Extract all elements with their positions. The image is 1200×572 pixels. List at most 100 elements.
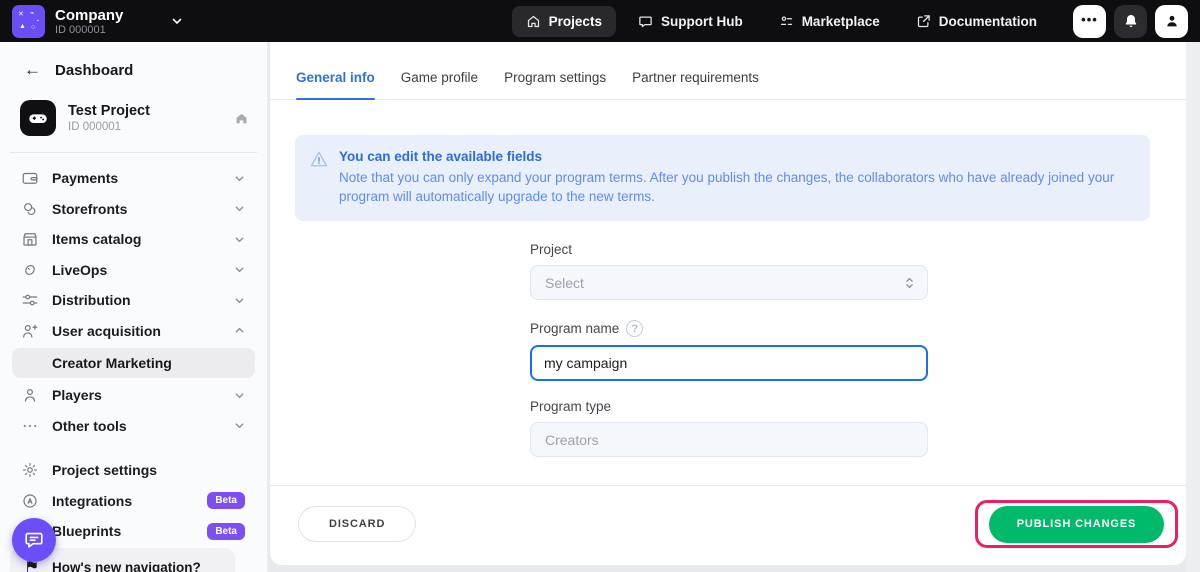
sidebar-item-label: Items catalog	[52, 231, 234, 247]
help-icon[interactable]: ?	[626, 320, 643, 337]
user-icon	[20, 386, 40, 404]
sidebar-item-label: Blueprints	[52, 523, 207, 539]
wallet-icon	[20, 169, 40, 187]
account-icon	[1164, 13, 1180, 29]
chat-widget-button[interactable]	[12, 518, 56, 562]
sidebar-item-label: Players	[52, 387, 234, 403]
sidebar-item-players[interactable]: Players	[0, 380, 267, 411]
marketplace-icon	[779, 14, 794, 29]
program-name-label-text: Program name	[530, 321, 619, 336]
more-icon: •••	[1081, 12, 1098, 27]
chevron-down-icon	[234, 295, 245, 306]
highlight-ring: PUBLISH CHANGES	[975, 500, 1178, 548]
company-logo[interactable]: ✕⌁ ▲○ ▪	[12, 5, 45, 38]
back-label: Dashboard	[55, 62, 133, 79]
chevron-down-icon	[234, 203, 245, 214]
more-button[interactable]: •••	[1073, 5, 1106, 38]
ellipsis-icon	[20, 417, 40, 435]
action-footer: DISCARD PUBLISH CHANGES	[270, 486, 1186, 565]
sidebar-item-label: Other tools	[52, 418, 234, 434]
chevron-down-icon	[234, 173, 245, 184]
tab-general-info[interactable]: General info	[296, 70, 375, 99]
banner-body: Note that you can only expand your progr…	[339, 168, 1134, 206]
coins-icon	[20, 200, 40, 218]
disc-icon	[20, 261, 40, 279]
scrollbar-track[interactable]	[1186, 42, 1200, 572]
integrations-icon	[20, 492, 40, 510]
select-placeholder: Select	[545, 275, 904, 291]
gear-icon	[20, 461, 40, 479]
sidebar-item-distribution[interactable]: Distribution	[0, 285, 267, 316]
project-name: Test Project	[68, 103, 234, 120]
shop-icon	[20, 230, 40, 248]
sidebar-item-items-catalog[interactable]: Items catalog	[0, 224, 267, 255]
bell-icon	[1123, 13, 1139, 29]
header-nav: Projects Support Hub Marketplace Documen…	[512, 6, 1051, 37]
home-small-icon[interactable]	[234, 111, 249, 126]
publish-changes-button[interactable]: PUBLISH CHANGES	[989, 506, 1165, 543]
main-content: General info Game profile Program settin…	[270, 42, 1186, 565]
nav-support-hub[interactable]: Support Hub	[624, 6, 757, 37]
project-id: ID 000001	[68, 120, 234, 134]
sidebar-item-creator-marketing[interactable]: Creator Marketing	[12, 348, 255, 378]
sidebar-item-label: Integrations	[52, 493, 207, 509]
project-select[interactable]: Select	[530, 265, 928, 300]
program-name-label: Program name ?	[530, 320, 928, 337]
sidebar: ← Dashboard Test Project ID 000001 Payme…	[0, 42, 268, 572]
gamepad-icon	[20, 100, 56, 136]
chevron-down-icon[interactable]	[171, 15, 183, 27]
user-plus-icon	[20, 322, 40, 340]
sidebar-item-integrations[interactable]: Integrations Beta	[0, 486, 267, 517]
sidebar-item-label: User acquisition	[52, 323, 234, 339]
program-type-label: Program type	[530, 399, 928, 414]
external-link-icon	[916, 14, 931, 29]
back-to-dashboard[interactable]: ← Dashboard	[0, 42, 267, 92]
discard-button[interactable]: DISCARD	[298, 506, 416, 542]
tab-program-settings[interactable]: Program settings	[504, 70, 606, 99]
program-type-field: Creators	[530, 422, 928, 457]
chat-bubble-icon	[23, 529, 45, 551]
select-updown-icon	[904, 276, 915, 290]
home-icon	[526, 14, 541, 29]
chevron-down-icon	[234, 264, 245, 275]
nav-projects[interactable]: Projects	[512, 6, 616, 37]
company-name: Company	[55, 7, 123, 24]
program-type-value: Creators	[545, 432, 599, 448]
project-card[interactable]: Test Project ID 000001	[10, 92, 257, 153]
sidebar-item-storefronts[interactable]: Storefronts	[0, 194, 267, 225]
sidebar-item-label: Project settings	[52, 462, 245, 478]
sidebar-item-project-settings[interactable]: Project settings	[0, 455, 267, 486]
tab-game-profile[interactable]: Game profile	[401, 70, 478, 99]
sidebar-item-other-tools[interactable]: Other tools	[0, 411, 267, 442]
tab-bar: General info Game profile Program settin…	[270, 42, 1186, 100]
notifications-button[interactable]	[1114, 5, 1147, 38]
account-button[interactable]	[1155, 5, 1188, 38]
company-switcher[interactable]: Company ID 000001	[55, 7, 123, 36]
nav-documentation[interactable]: Documentation	[902, 6, 1051, 37]
nav-label: Projects	[549, 14, 602, 29]
chevron-down-icon	[234, 390, 245, 401]
sidebar-item-label: Distribution	[52, 292, 234, 308]
banner-title: You can edit the available fields	[339, 148, 1134, 166]
warning-triangle-icon	[309, 149, 329, 206]
chevron-down-icon	[234, 234, 245, 245]
beta-badge: Beta	[207, 523, 245, 540]
top-header: ✕⌁ ▲○ ▪ Company ID 000001 Projects Suppo…	[0, 0, 1200, 42]
program-name-input[interactable]	[530, 345, 928, 381]
sidebar-item-user-acquisition[interactable]: User acquisition	[0, 316, 267, 347]
nav-label: Marketplace	[802, 14, 880, 29]
info-banner: You can edit the available fields Note t…	[295, 135, 1150, 221]
nav-label: Documentation	[939, 14, 1037, 29]
sidebar-item-payments[interactable]: Payments	[0, 163, 267, 194]
nav-label: Support Hub	[661, 14, 743, 29]
chevron-up-icon	[234, 325, 245, 336]
tab-partner-requirements[interactable]: Partner requirements	[632, 70, 759, 99]
chevron-down-icon	[234, 420, 245, 431]
sidebar-menu: Payments Storefronts Items catalog LiveO…	[0, 153, 267, 547]
nav-marketplace[interactable]: Marketplace	[765, 6, 894, 37]
sliders-icon	[20, 291, 40, 309]
header-actions: •••	[1073, 5, 1188, 38]
sidebar-item-liveops[interactable]: LiveOps	[0, 255, 267, 286]
program-form: Project Select Program name ? Program ty…	[530, 242, 928, 457]
sidebar-item-label: Storefronts	[52, 201, 234, 217]
